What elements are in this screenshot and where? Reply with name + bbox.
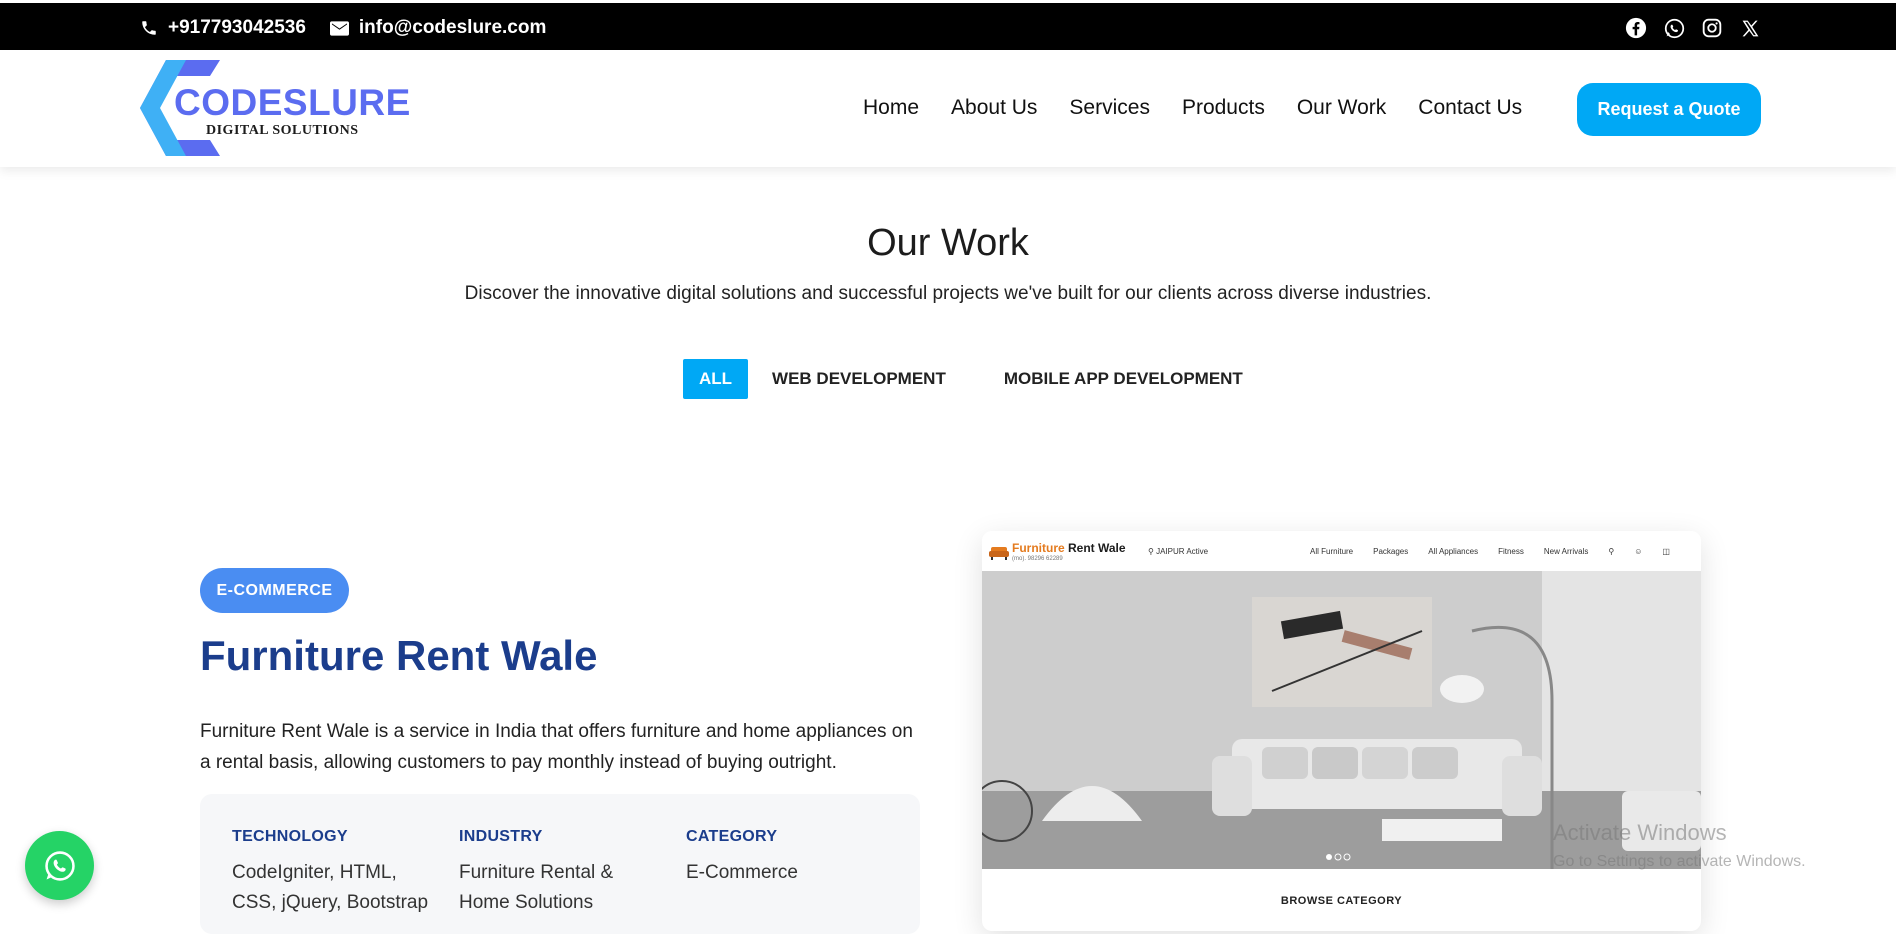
activation-watermark: Activate Windows (1553, 820, 1727, 845)
nav-products[interactable]: Products (1182, 96, 1265, 120)
meta-technology: TECHNOLOGY CodeIgniter, HTML, CSS, jQuer… (232, 828, 432, 918)
facebook-icon[interactable] (1624, 16, 1648, 40)
screenshot-nav: Furniture Rent Wale (mo). 98296 62289 ⚲ … (982, 531, 1701, 571)
whatsapp-icon (44, 850, 75, 881)
screenshot-browse-heading: BROWSE CATEGORY (1280, 895, 1403, 907)
page-title: Our Work (867, 222, 1029, 264)
meta-label: INDUSTRY (459, 828, 543, 845)
screenshot-link: All Appliances (1428, 547, 1479, 556)
cart-icon: ◫ (1662, 547, 1670, 556)
screenshot-link: All Furniture (1310, 547, 1354, 556)
meta-label: CATEGORY (686, 828, 778, 845)
project-title: Furniture Rent Wale (200, 632, 598, 679)
screenshot-logo: Furniture Rent Wale (1012, 541, 1126, 555)
page-subtitle: Discover the innovative digital solution… (464, 283, 1432, 304)
project-screenshot[interactable]: Furniture Rent Wale (mo). 98296 62289 ⚲ … (982, 531, 1701, 931)
logo-tagline: DIGITAL SOLUTIONS (206, 123, 359, 138)
phone-icon (142, 21, 156, 35)
screenshot-link: New Arrivals (1543, 547, 1589, 556)
logo-brand: CODESLURE (174, 82, 411, 123)
whatsapp-float-button[interactable] (25, 831, 94, 900)
activation-watermark-sub: Go to Settings to activate Windows. (1553, 853, 1806, 870)
nav-services[interactable]: Services (1069, 96, 1150, 120)
email-link[interactable]: info@codeslure.com (329, 17, 547, 39)
screenshot-location: ⚲ JAIPUR Active (1148, 547, 1209, 556)
main-nav: Home About Us Services Products Our Work… (863, 96, 1554, 120)
email-icon (329, 20, 349, 36)
nav-our-work[interactable]: Our Work (1297, 96, 1386, 120)
pin-icon: ⚲ (1148, 547, 1154, 556)
screenshot-link: Packages (1373, 547, 1409, 556)
search-icon: ⚲ (1608, 547, 1615, 556)
meta-value: Furniture Rental & Home Solutions (459, 862, 614, 913)
request-quote-button[interactable]: Request a Quote (1577, 83, 1761, 136)
project-meta: TECHNOLOGY CodeIgniter, HTML, CSS, jQuer… (200, 794, 920, 934)
phone-link[interactable]: +917793042536 (140, 17, 306, 39)
meta-industry: INDUSTRY Furniture Rental & Home Solutio… (459, 828, 659, 918)
screenshot-phone: (mo). 98296 62289 (1012, 556, 1063, 562)
whatsapp-icon[interactable] (1662, 16, 1686, 40)
site-header: CODESLURE DIGITAL SOLUTIONS Home About U… (0, 50, 1896, 167)
project-description: Furniture Rent Wale is a service in Indi… (200, 721, 913, 773)
meta-category: CATEGORY E-Commerce (686, 828, 886, 888)
filter-mobile-app-development[interactable]: MOBILE APP DEVELOPMENT (988, 359, 1259, 399)
nav-about-us[interactable]: About Us (951, 96, 1037, 120)
social-links (1610, 16, 1762, 40)
x-icon[interactable] (1738, 16, 1762, 40)
screenshot-link: Fitness (1498, 547, 1524, 556)
meta-value: CodeIgniter, HTML, CSS, jQuery, Bootstra… (232, 862, 429, 913)
meta-label: TECHNOLOGY (232, 828, 348, 845)
nav-home[interactable]: Home (863, 96, 919, 120)
sofa-logo-icon (989, 547, 1009, 560)
screenshot-links: All Furniture Packages All Appliances Fi… (1310, 547, 1690, 556)
category-badge: E-COMMERCE (200, 568, 349, 613)
top-bar: +917793042536 info@codeslure.com (0, 0, 1896, 50)
user-icon: ☺ (1634, 547, 1643, 556)
filter-tabs: ALL WEB DEVELOPMENT MOBILE APP DEVELOPME… (683, 359, 1267, 399)
contact-info: +917793042536 info@codeslure.com (140, 17, 570, 39)
filter-all[interactable]: ALL (683, 359, 749, 399)
instagram-icon[interactable] (1700, 16, 1724, 40)
phone-text: +917793042536 (168, 17, 306, 38)
company-logo[interactable]: CODESLURE DIGITAL SOLUTIONS (140, 60, 410, 156)
nav-contact-us[interactable]: Contact Us (1418, 96, 1522, 120)
meta-value: E-Commerce (686, 862, 798, 883)
email-text: info@codeslure.com (358, 17, 547, 38)
filter-web-development[interactable]: WEB DEVELOPMENT (756, 359, 962, 399)
